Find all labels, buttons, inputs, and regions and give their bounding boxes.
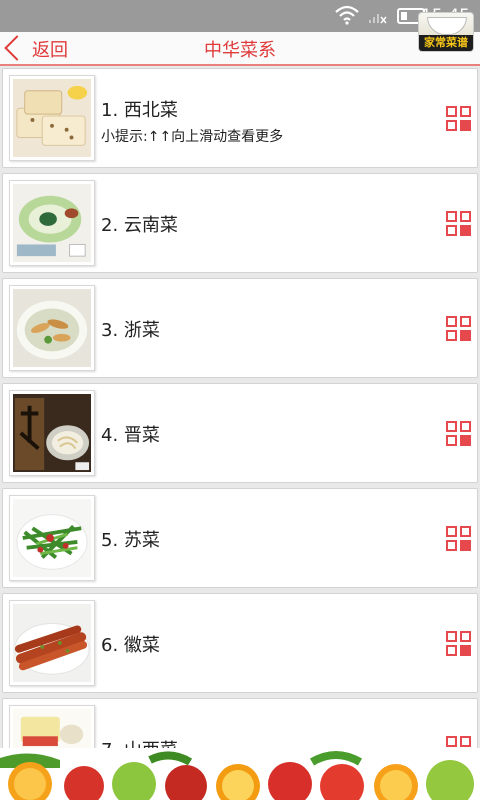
thumbnail	[9, 75, 95, 161]
back-button[interactable]: 返回	[0, 32, 68, 66]
item-name: 3. 浙菜	[101, 320, 160, 341]
thumbnail	[9, 705, 95, 748]
category-grid-icon[interactable]	[446, 631, 472, 657]
item-name: 1. 西北菜	[101, 100, 178, 121]
wifi-icon	[335, 5, 359, 25]
food-image	[13, 79, 91, 157]
title-bar: 返回 中华菜系	[0, 32, 480, 66]
list-item-xibei[interactable]: 1. 西北菜 小提示:↑↑向上滑动查看更多	[2, 68, 478, 168]
list-item-zhe[interactable]: 3. 浙菜	[2, 278, 478, 378]
signal-icon	[369, 14, 387, 24]
fruit-banner[interactable]	[0, 748, 480, 800]
food-image	[13, 289, 91, 367]
category-grid-icon[interactable]	[446, 211, 472, 237]
back-chevron-icon	[4, 35, 30, 61]
thumbnail	[9, 600, 95, 686]
category-grid-icon[interactable]	[446, 106, 472, 132]
item-name: 5. 苏菜	[101, 530, 160, 551]
back-label: 返回	[32, 40, 68, 61]
list-item-shanxi[interactable]: 7. 山西菜	[2, 698, 478, 748]
list-item-jin[interactable]: 4. 晋菜	[2, 383, 478, 483]
thumbnail	[9, 495, 95, 581]
food-image	[13, 499, 91, 577]
food-image	[13, 604, 91, 682]
category-grid-icon[interactable]	[446, 421, 472, 447]
thumbnail	[9, 285, 95, 371]
thumbnail	[9, 180, 95, 266]
cuisine-list[interactable]: 1. 西北菜 小提示:↑↑向上滑动查看更多 2. 云南菜 3. 浙菜 4. 晋菜…	[0, 68, 480, 748]
list-item-hui[interactable]: 6. 徽菜	[2, 593, 478, 693]
food-image	[13, 184, 91, 262]
status-bar: 15:45	[0, 0, 480, 32]
item-name: 4. 晋菜	[101, 425, 160, 446]
page-title: 中华菜系	[204, 40, 276, 61]
category-grid-icon[interactable]	[446, 526, 472, 552]
thumbnail	[9, 390, 95, 476]
food-image	[13, 394, 91, 472]
category-grid-icon[interactable]	[446, 316, 472, 342]
item-name: 2. 云南菜	[101, 215, 178, 236]
list-item-yunnan[interactable]: 2. 云南菜	[2, 173, 478, 273]
item-name: 6. 徽菜	[101, 635, 160, 656]
scroll-hint: 小提示:↑↑向上滑动查看更多	[101, 129, 284, 145]
fruit-banner-image	[0, 748, 480, 800]
food-image	[13, 709, 91, 748]
logo-label: 家常菜谱	[419, 35, 473, 51]
app-logo: 家常菜谱	[418, 12, 474, 52]
list-item-su[interactable]: 5. 苏菜	[2, 488, 478, 588]
app-screen: 15:45 返回 中华菜系 家常菜谱	[0, 0, 480, 800]
item-name: 7. 山西菜	[101, 736, 178, 748]
category-grid-icon[interactable]	[446, 736, 472, 748]
bowl-icon	[427, 17, 467, 35]
